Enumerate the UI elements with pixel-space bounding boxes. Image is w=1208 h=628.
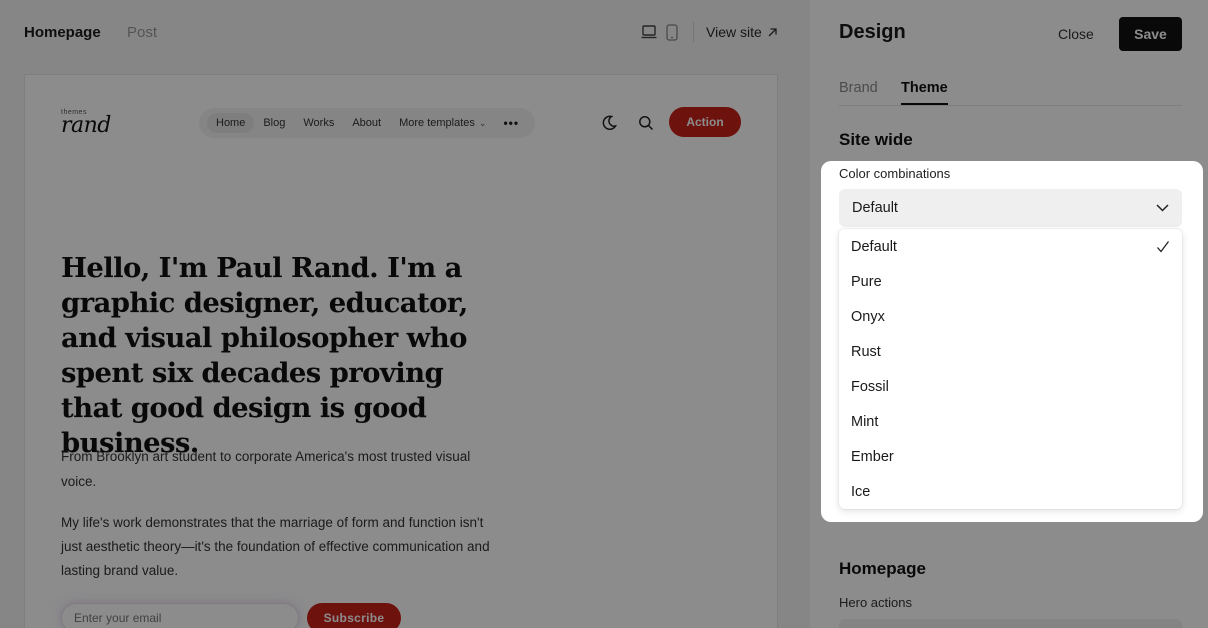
option-fossil[interactable]: Fossil (839, 369, 1182, 404)
option-label: Rust (851, 343, 881, 360)
option-pure[interactable]: Pure (839, 264, 1182, 299)
color-combinations-label: Color combinations (839, 166, 951, 181)
option-ice[interactable]: Ice (839, 474, 1182, 509)
option-label: Ember (851, 448, 894, 465)
option-label: Default (851, 238, 897, 255)
option-rust[interactable]: Rust (839, 334, 1182, 369)
option-mint[interactable]: Mint (839, 404, 1182, 439)
option-default[interactable]: Default (839, 229, 1182, 264)
color-combinations-popup: Color combinations Default Default Pure … (821, 161, 1203, 522)
check-icon (1157, 240, 1170, 253)
option-ember[interactable]: Ember (839, 439, 1182, 474)
select-value: Default (852, 200, 898, 216)
option-label: Onyx (851, 308, 885, 325)
option-onyx[interactable]: Onyx (839, 299, 1182, 334)
chevron-down-icon (1156, 204, 1169, 212)
color-combinations-select[interactable]: Default (839, 189, 1182, 227)
color-options-list: Default Pure Onyx Rust Fossil Mint Ember… (839, 229, 1182, 509)
option-label: Mint (851, 413, 879, 430)
option-label: Pure (851, 273, 882, 290)
option-label: Ice (851, 483, 871, 500)
option-label: Fossil (851, 378, 889, 395)
